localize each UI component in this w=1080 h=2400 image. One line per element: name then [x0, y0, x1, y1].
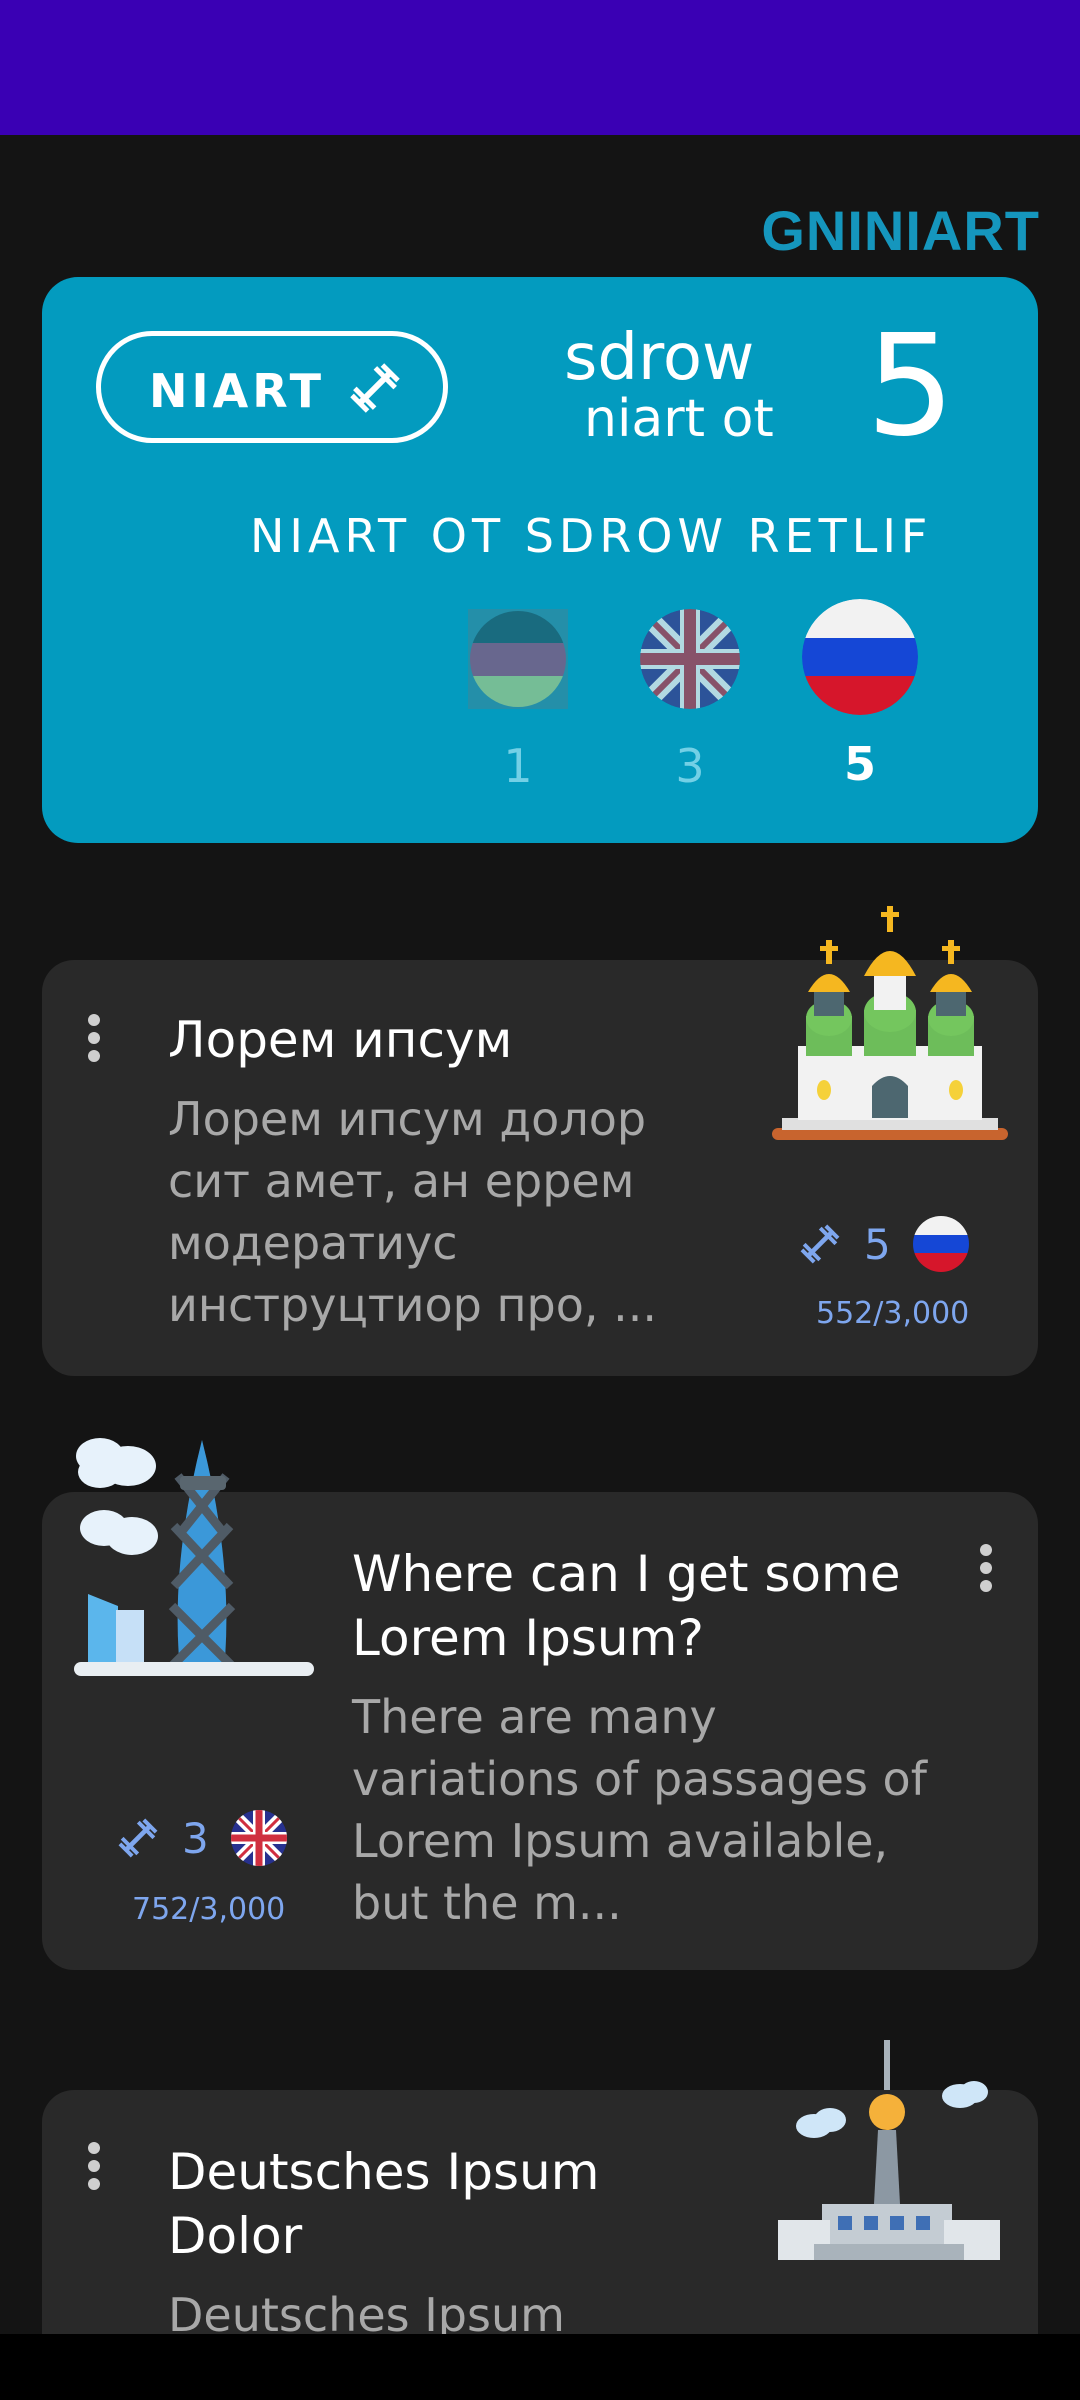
church-icon — [772, 906, 1008, 1140]
lesson-description: There are many variations of passages of… — [352, 1690, 927, 1930]
uk-flag-count: 3 — [675, 739, 705, 793]
lesson-word-count: 5 — [864, 1219, 891, 1269]
section-title: GNINIART — [761, 199, 1040, 262]
uk-flag-icon — [230, 1810, 287, 1866]
russia-flag-count: 5 — [843, 737, 876, 791]
uk-flag-icon — [640, 609, 740, 709]
navigation-bar — [0, 2334, 1080, 2400]
train-card: NIART sdrow niart ot 5 NIART OT SDROW RE… — [42, 277, 1038, 843]
uk-flag-button[interactable] — [640, 609, 740, 709]
russia-flag-button[interactable] — [802, 599, 918, 715]
lesson-description: Лорем ипсум долор сит амет, ан еррем мод… — [168, 1092, 657, 1332]
dumbbell-icon — [118, 1818, 158, 1858]
words-count: 5 — [866, 305, 956, 468]
russia-flag-icon — [912, 1216, 969, 1272]
flag-1-count: 1 — [503, 739, 533, 793]
lesson-title: Where can I get some Lorem Ipsum? — [352, 1545, 901, 1667]
words-label-line1: sdrow — [564, 321, 755, 395]
lesson-title: Лорем ипсум — [168, 1011, 513, 1069]
flag-icon — [470, 611, 566, 707]
lesson-word-count: 3 — [182, 1813, 209, 1863]
status-bar — [0, 0, 1080, 135]
russia-flag-icon — [802, 599, 918, 715]
flag-1-button[interactable] — [468, 609, 568, 709]
dumbbell-icon — [350, 363, 400, 413]
filter-label: NIART OT SDROW RETLIF — [250, 509, 933, 563]
lesson-progress: 752/3,000 — [132, 1892, 286, 1927]
words-label-line2: niart ot — [584, 389, 774, 449]
more-options-icon[interactable] — [84, 2142, 104, 2202]
london-skyline-icon — [74, 1438, 314, 1676]
lesson-progress: 552/3,000 — [816, 1296, 970, 1331]
lesson-stats: 5 — [798, 1216, 969, 1272]
lesson-stats: 3 — [116, 1810, 287, 1866]
more-options-icon[interactable] — [84, 1014, 104, 1074]
lesson-title: Deutsches Ipsum Dolor — [168, 2143, 600, 2265]
more-options-icon[interactable] — [976, 1544, 996, 1604]
berlin-tower-icon — [778, 2040, 1000, 2260]
dumbbell-icon — [800, 1224, 840, 1264]
train-button-label: NIART — [149, 364, 325, 418]
train-button[interactable]: NIART — [96, 331, 448, 443]
